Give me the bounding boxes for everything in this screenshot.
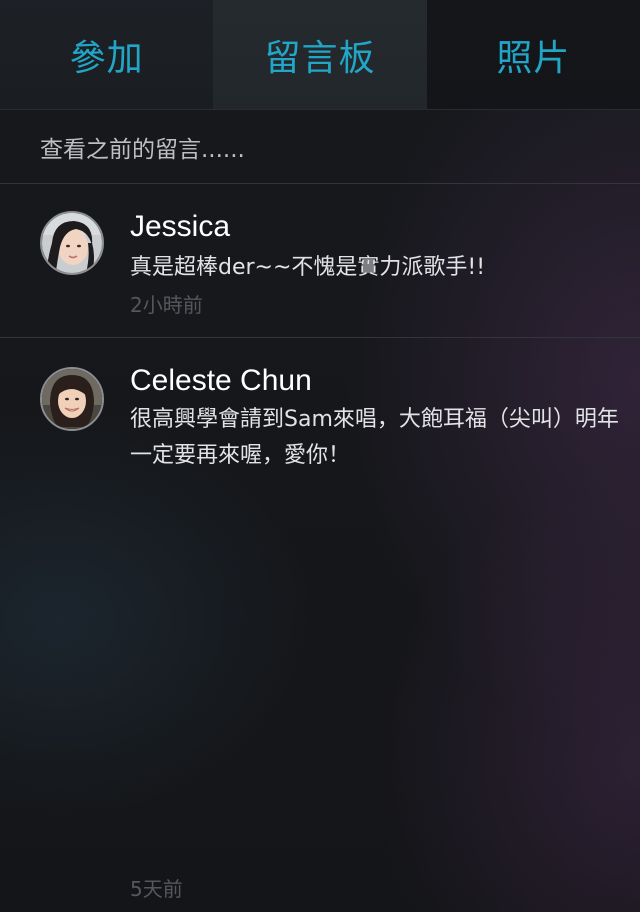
message-board-screen: 參加 留言板 照片 查看之前的留言...... Jessica 真是超棒der~… xyxy=(0,0,640,912)
tab-photos[interactable]: 照片 xyxy=(426,0,640,109)
comment-author[interactable]: Jessica xyxy=(130,210,230,244)
comment-text: 很高興學會請到Sam來唱，大飽耳福（尖叫）明年一定要再來喔，愛你！ xyxy=(130,407,619,468)
view-previous-comments-row[interactable]: 查看之前的留言...... xyxy=(0,110,640,184)
comment-author[interactable]: Celeste Chun xyxy=(130,364,312,398)
avatar-photo-icon xyxy=(42,369,102,429)
comment-text: 真是超棒der~~不愧是實力派歌手!! xyxy=(130,255,486,280)
avatar-photo-icon xyxy=(42,213,102,273)
comment-time: 5天前 xyxy=(130,877,183,901)
comment-time: 2小時前 xyxy=(130,293,203,317)
tab-join[interactable]: 參加 xyxy=(0,0,214,109)
avatar[interactable] xyxy=(40,367,104,431)
avatar[interactable] xyxy=(40,211,104,275)
tab-message-board[interactable]: 留言板 xyxy=(213,0,427,109)
view-previous-comments-link[interactable]: 查看之前的留言...... xyxy=(40,130,245,164)
comment-item: Jessica 真是超棒der~~不愧是實力派歌手!! 2小時前 xyxy=(0,184,640,338)
comment-item: Celeste Chun 很高興學會請到Sam來唱，大飽耳福（尖叫）明年一定要再… xyxy=(0,338,640,912)
tab-bar: 參加 留言板 照片 xyxy=(0,0,640,110)
